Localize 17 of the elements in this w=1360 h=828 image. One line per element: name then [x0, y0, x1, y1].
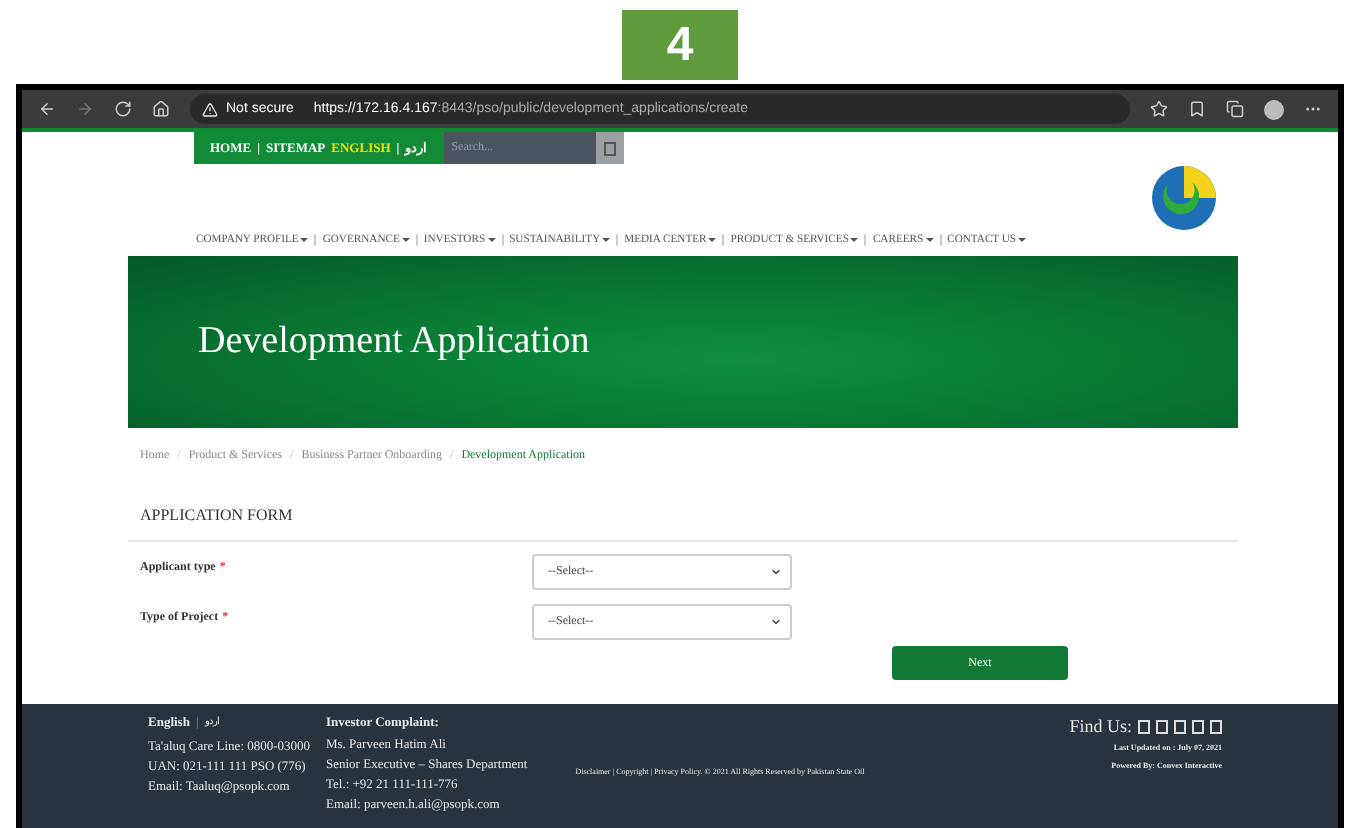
star-icon[interactable] — [1150, 100, 1168, 118]
banner-title: Development Application — [198, 320, 590, 364]
logo-icon — [1150, 164, 1218, 232]
collections-icon[interactable] — [1226, 100, 1244, 118]
reload-icon[interactable] — [114, 100, 132, 118]
forward-icon[interactable] — [76, 100, 94, 118]
find-us-label: Find Us: — [1069, 714, 1132, 738]
back-icon[interactable] — [38, 100, 56, 118]
chevron-down-icon — [770, 616, 782, 628]
warning-icon — [202, 101, 218, 117]
form-title: APPLICATION FORM — [138, 504, 295, 528]
step-number-badge: 4 — [622, 10, 738, 80]
avatar-icon[interactable] — [1264, 99, 1284, 119]
chevron-down-icon — [770, 566, 782, 578]
home-icon[interactable] — [152, 100, 170, 118]
search-button[interactable] — [595, 132, 624, 164]
bookmark-icon[interactable] — [1188, 100, 1206, 118]
